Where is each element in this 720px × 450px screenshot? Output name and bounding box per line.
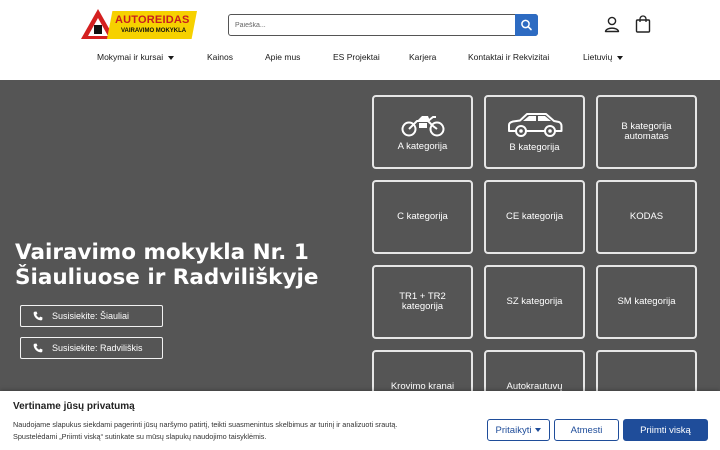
account-button[interactable] (603, 15, 621, 33)
cookie-consent-banner: Vertiname jūsų privatumą Naudojame slapu… (0, 391, 720, 450)
cookie-text-line2: Spustelėdami „Priimti viską“ sutinkate s… (13, 432, 267, 441)
hero-title-line1: Vairavimo mokykla Nr. 1 (15, 240, 309, 265)
tile-label: KODAS (629, 211, 664, 222)
motorcycle-icon (401, 116, 444, 137)
contact-siauliai-label: Susisiekite: Šiauliai (52, 311, 130, 321)
cart-button[interactable] (635, 15, 651, 33)
tile-kodas[interactable]: KODAS (596, 180, 697, 254)
customize-button[interactable]: Pritaikyti (487, 419, 550, 441)
nav-item-es-projektai[interactable]: ES Projektai (333, 52, 380, 62)
cookie-title: Vertiname jūsų privatumą (13, 401, 135, 412)
tile-tr1-tr2[interactable]: TR1 + TR2 kategorija (372, 265, 473, 339)
nav-item-label: Lietuvių (583, 52, 613, 62)
chevron-down-icon (168, 55, 175, 60)
hero-title-line2: Šiauliuose ir Radviliškyje (15, 265, 319, 290)
user-icon (604, 16, 620, 33)
nav-item-apie-mus[interactable]: Apie mus (265, 52, 300, 62)
search-button[interactable] (515, 14, 538, 36)
nav-item-kainos[interactable]: Kainos (207, 52, 233, 62)
tile-label: C kategorija (397, 211, 448, 222)
logo-title: AUTOREIDAS (115, 14, 190, 26)
logo[interactable]: AUTOREIDAS VAIRAVIMO MOKYKLA (81, 9, 197, 41)
tile-label: TR1 + TR2 kategorija (399, 291, 446, 312)
car-icon (507, 113, 562, 137)
chevron-down-icon (617, 55, 624, 60)
tile-sz-kategorija[interactable]: SZ kategorija (484, 265, 585, 339)
contact-siauliai-button[interactable]: Susisiekite: Šiauliai (20, 305, 163, 327)
accept-all-button[interactable]: Priimti viską (623, 419, 708, 441)
cookie-text: Naudojame slapukus siekdami pagerinti jū… (13, 419, 473, 443)
tile-label: SZ kategorija (506, 296, 563, 307)
shopping-bag-icon (635, 15, 651, 33)
search-icon (521, 19, 532, 31)
nav-item-mokymai[interactable]: Mokymai ir kursai (97, 52, 175, 62)
tile-b-kategorija[interactable]: B kategorija (484, 95, 585, 169)
tile-label: A kategorija (397, 141, 448, 152)
tile-label: CE kategorija (505, 211, 564, 222)
nav-item-kontaktai[interactable]: Kontaktai ir Rekvizitai (468, 52, 549, 62)
tile-a-kategorija[interactable]: A kategorija (372, 95, 473, 169)
cookie-text-line1: Naudojame slapukus siekdami pagerinti jū… (13, 420, 398, 429)
tile-label: B kategorija (509, 142, 560, 153)
tile-label: SM kategorija (617, 296, 676, 307)
search-box (228, 14, 538, 36)
site-header: AUTOREIDAS VAIRAVIMO MOKYKLA Mokymai ir … (0, 0, 720, 80)
tile-label: B kategorija automatas (621, 121, 672, 142)
reject-button[interactable]: Atmesti (554, 419, 619, 441)
tile-sm-kategorija[interactable]: SM kategorija (596, 265, 697, 339)
pedestrian-icon (94, 25, 102, 34)
hero-title: Vairavimo mokykla Nr. 1 Šiauliuose ir Ra… (15, 240, 318, 290)
nav-item-karjera[interactable]: Karjera (409, 52, 436, 62)
main-nav: Mokymai ir kursai Kainos Apie mus ES Pro… (0, 52, 720, 70)
customize-label: Pritaikyti (495, 424, 532, 436)
tile-ce-kategorija[interactable]: CE kategorija (484, 180, 585, 254)
contact-radviliskis-label: Susisiekite: Radviliškis (52, 343, 143, 353)
contact-radviliskis-button[interactable]: Susisiekite: Radviliškis (20, 337, 163, 359)
tile-b-automatas[interactable]: B kategorija automatas (596, 95, 697, 169)
nav-item-label: Mokymai ir kursai (97, 52, 164, 62)
phone-icon (33, 311, 43, 321)
phone-icon (33, 343, 43, 353)
hero-section: Vairavimo mokykla Nr. 1 Šiauliuose ir Ra… (0, 80, 720, 400)
chevron-down-icon (535, 428, 542, 432)
tile-c-kategorija[interactable]: C kategorija (372, 180, 473, 254)
logo-subtitle: VAIRAVIMO MOKYKLA (121, 28, 187, 34)
search-input[interactable] (235, 17, 511, 33)
nav-item-language[interactable]: Lietuvių (583, 52, 624, 62)
